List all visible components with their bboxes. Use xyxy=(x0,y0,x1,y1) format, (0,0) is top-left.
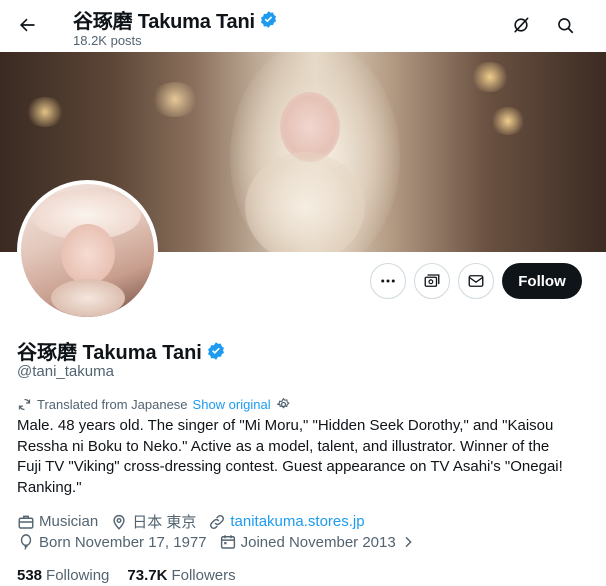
profile-joined-text: Joined November 2013 xyxy=(240,533,396,551)
follow-stats: 538 Following 73.7K Followers xyxy=(17,567,254,584)
translation-notice: Translated from Japanese Show original xyxy=(17,397,291,412)
subscribe-icon xyxy=(424,274,440,287)
followers-label: Followers xyxy=(171,567,236,584)
balloon-icon xyxy=(20,534,32,550)
verified-badge-icon xyxy=(260,11,276,28)
profile-category-text: Musician xyxy=(39,513,99,530)
profile-name-row: 谷琢磨 Takuma Tani xyxy=(17,336,226,365)
header-post-count: 18.2K posts xyxy=(73,33,142,48)
avatar-image xyxy=(21,184,154,317)
profile-bio: Male. 48 years old. The singer of "Mi Mo… xyxy=(17,417,563,496)
profile-joined[interactable]: Joined November 2013 xyxy=(219,533,416,551)
more-options-button[interactable] xyxy=(370,263,406,299)
profile-birthday-text: Born November 17, 1977 xyxy=(39,533,207,551)
location-pin-icon xyxy=(113,514,125,530)
header-display-name: 谷琢磨 Takuma Tani xyxy=(73,11,255,33)
show-original-link[interactable]: Show original xyxy=(193,397,271,412)
grok-icon xyxy=(514,17,529,33)
profile-avatar[interactable] xyxy=(17,180,158,321)
profile-birthday: Born November 17, 1977 xyxy=(17,533,207,551)
calendar-icon xyxy=(220,535,235,549)
top-bar: 谷琢磨 Takuma Tani 18.2K posts xyxy=(0,0,606,52)
link-icon xyxy=(210,514,225,529)
arrow-left-icon xyxy=(19,18,35,32)
more-horizontal-icon xyxy=(381,279,395,283)
followers-link[interactable]: 73.7K Followers xyxy=(127,567,235,584)
grok-button[interactable] xyxy=(506,10,536,40)
followers-count: 73.7K xyxy=(127,567,168,584)
profile-display-name: 谷琢磨 Takuma Tani xyxy=(17,342,202,364)
search-button[interactable] xyxy=(550,10,580,40)
following-link[interactable]: 538 Following xyxy=(17,567,109,584)
chevron-right-icon xyxy=(405,536,412,548)
profile-handle: @tani_takuma xyxy=(17,363,114,380)
profile-website-link[interactable]: tanitakuma.stores.jp xyxy=(230,513,364,530)
following-label: Following xyxy=(46,567,110,584)
profile-category: Musician xyxy=(17,513,98,531)
back-button[interactable] xyxy=(10,8,44,42)
search-icon xyxy=(557,17,573,33)
follow-button[interactable]: Follow xyxy=(502,263,582,299)
subscribe-button[interactable] xyxy=(414,263,450,299)
header-name-row: 谷琢磨 Takuma Tani xyxy=(73,5,278,34)
profile-website[interactable]: tanitakuma.stores.jp xyxy=(208,513,365,531)
following-count: 538 xyxy=(17,567,43,584)
profile-meta-row-2: Born November 17, 1977 Joined November 2… xyxy=(17,533,428,551)
translate-icon xyxy=(18,398,31,411)
briefcase-icon xyxy=(18,515,34,529)
profile-location: 日本 東京 xyxy=(110,511,196,532)
gear-icon[interactable] xyxy=(276,397,291,412)
profile-meta-row-1: Musician 日本 東京 tanitakuma.stores.jp xyxy=(17,511,377,532)
translated-label: Translated from Japanese xyxy=(37,397,188,412)
verified-badge-icon[interactable] xyxy=(206,341,226,361)
profile-location-text: 日本 東京 xyxy=(132,514,197,531)
message-button[interactable] xyxy=(458,263,494,299)
envelope-icon xyxy=(468,275,484,287)
